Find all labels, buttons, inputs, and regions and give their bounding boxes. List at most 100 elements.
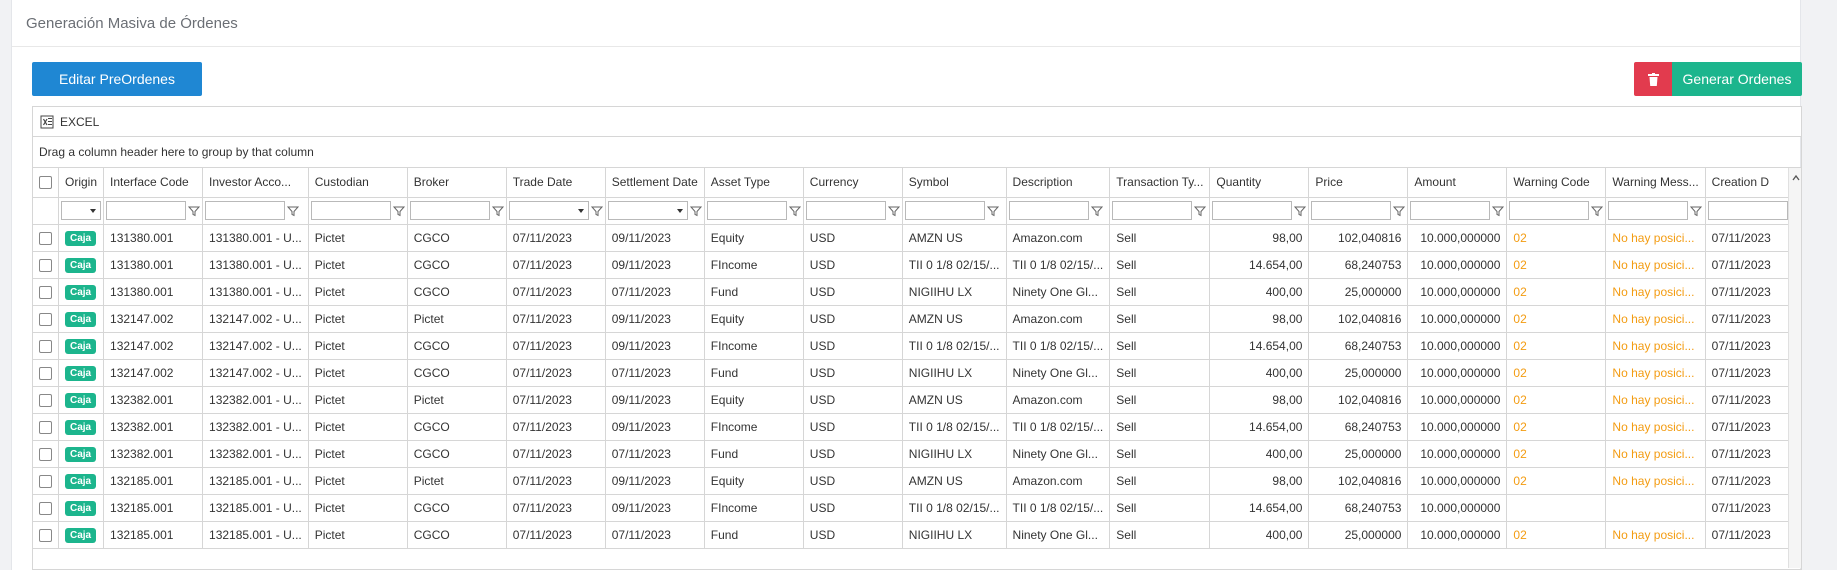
row-checkbox[interactable]	[39, 474, 52, 488]
filter-icon[interactable]	[287, 205, 300, 217]
cell-custodian: Pictet	[308, 467, 408, 495]
excel-export-button[interactable]: EXCEL	[40, 115, 99, 129]
table-row[interactable]: Caja 132147.002 132147.002 - U... Pictet Pic…	[33, 305, 1801, 333]
column-header-broker[interactable]: Broker	[407, 168, 507, 198]
row-checkbox[interactable]	[39, 447, 52, 461]
row-checkbox[interactable]	[39, 501, 52, 515]
cell-warning-code: 02	[1506, 224, 1607, 252]
cell-amount: 10.000,000000	[1407, 251, 1508, 279]
date-filter-select[interactable]	[508, 201, 589, 220]
table-row[interactable]: Caja 132185.001 132185.001 - U... Pictet CGC…	[33, 521, 1801, 549]
orders-grid: EXCEL Drag a column header here to group…	[32, 106, 1802, 570]
filter-input[interactable]	[1608, 201, 1689, 220]
filter-icon[interactable]	[887, 205, 900, 217]
column-header-origin[interactable]: Origin	[58, 168, 105, 198]
origin-filter-select[interactable]	[61, 201, 101, 220]
row-checkbox[interactable]	[39, 366, 52, 380]
filter-icon[interactable]	[392, 205, 405, 217]
scroll-up-icon[interactable]	[1792, 174, 1800, 182]
filter-input[interactable]	[1112, 201, 1193, 220]
row-checkbox[interactable]	[39, 420, 52, 434]
filter-cell-warning-mess	[1605, 197, 1706, 225]
filter-icon[interactable]	[491, 205, 504, 217]
filter-input[interactable]	[904, 201, 985, 220]
filter-input[interactable]	[106, 201, 187, 220]
row-checkbox[interactable]	[39, 231, 52, 245]
filter-input[interactable]	[805, 201, 886, 220]
filter-icon[interactable]	[1090, 205, 1103, 217]
vertical-scrollbar[interactable]	[1788, 168, 1801, 568]
filter-icon[interactable]	[1591, 205, 1604, 217]
cell-symbol: NIGIIHU LX	[902, 440, 1007, 468]
row-select-cell	[33, 359, 59, 387]
row-checkbox[interactable]	[39, 528, 52, 542]
column-header-warning-code[interactable]: Warning Code	[1506, 168, 1607, 198]
column-header-currency[interactable]: Currency	[803, 168, 903, 198]
orders-table: Origin Interface Code Investor Acco... Cust…	[33, 168, 1801, 549]
cell-broker: CGCO	[407, 413, 507, 441]
cell-currency: USD	[803, 359, 903, 387]
main-panel: Generación Masiva de Órdenes Editar PreO…	[11, 0, 1802, 570]
filter-input[interactable]	[1707, 201, 1788, 220]
origin-badge: Caja	[65, 338, 97, 354]
column-header-price[interactable]: Price	[1308, 168, 1409, 198]
column-header-custodian[interactable]: Custodian	[308, 168, 408, 198]
edit-preorders-button[interactable]: Editar PreOrdenes	[32, 62, 202, 96]
filter-input[interactable]	[310, 201, 391, 220]
row-checkbox[interactable]	[39, 339, 52, 353]
filter-icon[interactable]	[788, 205, 801, 217]
filter-input[interactable]	[205, 201, 286, 220]
filter-input[interactable]	[409, 201, 490, 220]
filter-icon[interactable]	[986, 205, 999, 217]
column-header-settlement-date[interactable]: Settlement Date	[605, 168, 705, 198]
column-header-trade-date[interactable]: Trade Date	[506, 168, 606, 198]
filter-icon[interactable]	[1294, 205, 1307, 217]
cell-settlement-date: 09/11/2023	[605, 224, 705, 252]
table-row[interactable]: Caja 132185.001 132185.001 - U... Pictet Pic…	[33, 467, 1801, 495]
table-row[interactable]: Caja 131380.001 131380.001 - U... Pictet CGC…	[33, 224, 1801, 252]
filter-icon[interactable]	[1492, 205, 1505, 217]
table-row[interactable]: Caja 132147.002 132147.002 - U... Pictet CGC…	[33, 332, 1801, 360]
select-all-checkbox[interactable]	[39, 176, 52, 190]
column-header-description[interactable]: Description	[1006, 168, 1111, 198]
group-by-area[interactable]: Drag a column header here to group by th…	[33, 137, 1801, 168]
row-checkbox[interactable]	[39, 312, 52, 326]
row-checkbox[interactable]	[39, 258, 52, 272]
filter-icon[interactable]	[1194, 205, 1207, 217]
cell-trade-date: 07/11/2023	[506, 332, 606, 360]
filter-icon[interactable]	[1393, 205, 1406, 217]
table-row[interactable]: Caja 131380.001 131380.001 - U... Pictet CGC…	[33, 278, 1801, 306]
column-header-transaction-ty[interactable]: Transaction Ty...	[1109, 168, 1211, 198]
table-row[interactable]: Caja 132382.001 132382.001 - U... Pictet CGC…	[33, 440, 1801, 468]
column-header-interface-code[interactable]: Interface Code	[103, 168, 204, 198]
filter-icon[interactable]	[590, 205, 603, 217]
delete-button[interactable]	[1634, 62, 1672, 96]
date-filter-select[interactable]	[607, 201, 688, 220]
filter-input[interactable]	[1509, 201, 1590, 220]
column-header-investor-acco[interactable]: Investor Acco...	[202, 168, 309, 198]
filter-input[interactable]	[1008, 201, 1089, 220]
filter-input[interactable]	[1311, 201, 1392, 220]
column-header-asset-type[interactable]: Asset Type	[704, 168, 804, 198]
table-row[interactable]: Caja 132382.001 132382.001 - U... Pictet CGC…	[33, 413, 1801, 441]
filter-icon[interactable]	[188, 205, 201, 217]
column-header-amount[interactable]: Amount	[1407, 168, 1508, 198]
filter-input[interactable]	[706, 201, 787, 220]
cell-warning-mess: No hay posici...	[1605, 467, 1706, 495]
filter-input[interactable]	[1410, 201, 1491, 220]
cell-currency: USD	[803, 440, 903, 468]
filter-input[interactable]	[1212, 201, 1293, 220]
row-checkbox[interactable]	[39, 285, 52, 299]
table-row[interactable]: Caja 132147.002 132147.002 - U... Pictet CGC…	[33, 359, 1801, 387]
table-row[interactable]: Caja 132185.001 132185.001 - U... Pictet CGC…	[33, 494, 1801, 522]
column-header-symbol[interactable]: Symbol	[902, 168, 1007, 198]
filter-icon[interactable]	[1690, 205, 1703, 217]
filter-icon[interactable]	[689, 205, 702, 217]
column-header-quantity[interactable]: Quantity	[1209, 168, 1310, 198]
column-header-warning-mess[interactable]: Warning Mess...	[1605, 168, 1706, 198]
generate-orders-button[interactable]: Generar Ordenes	[1672, 62, 1802, 96]
table-row[interactable]: Caja 131380.001 131380.001 - U... Pictet CGC…	[33, 251, 1801, 279]
row-checkbox[interactable]	[39, 393, 52, 407]
table-row[interactable]: Caja 132382.001 132382.001 - U... Pictet Pic…	[33, 386, 1801, 414]
cell-asset-type: FIncome	[704, 494, 804, 522]
